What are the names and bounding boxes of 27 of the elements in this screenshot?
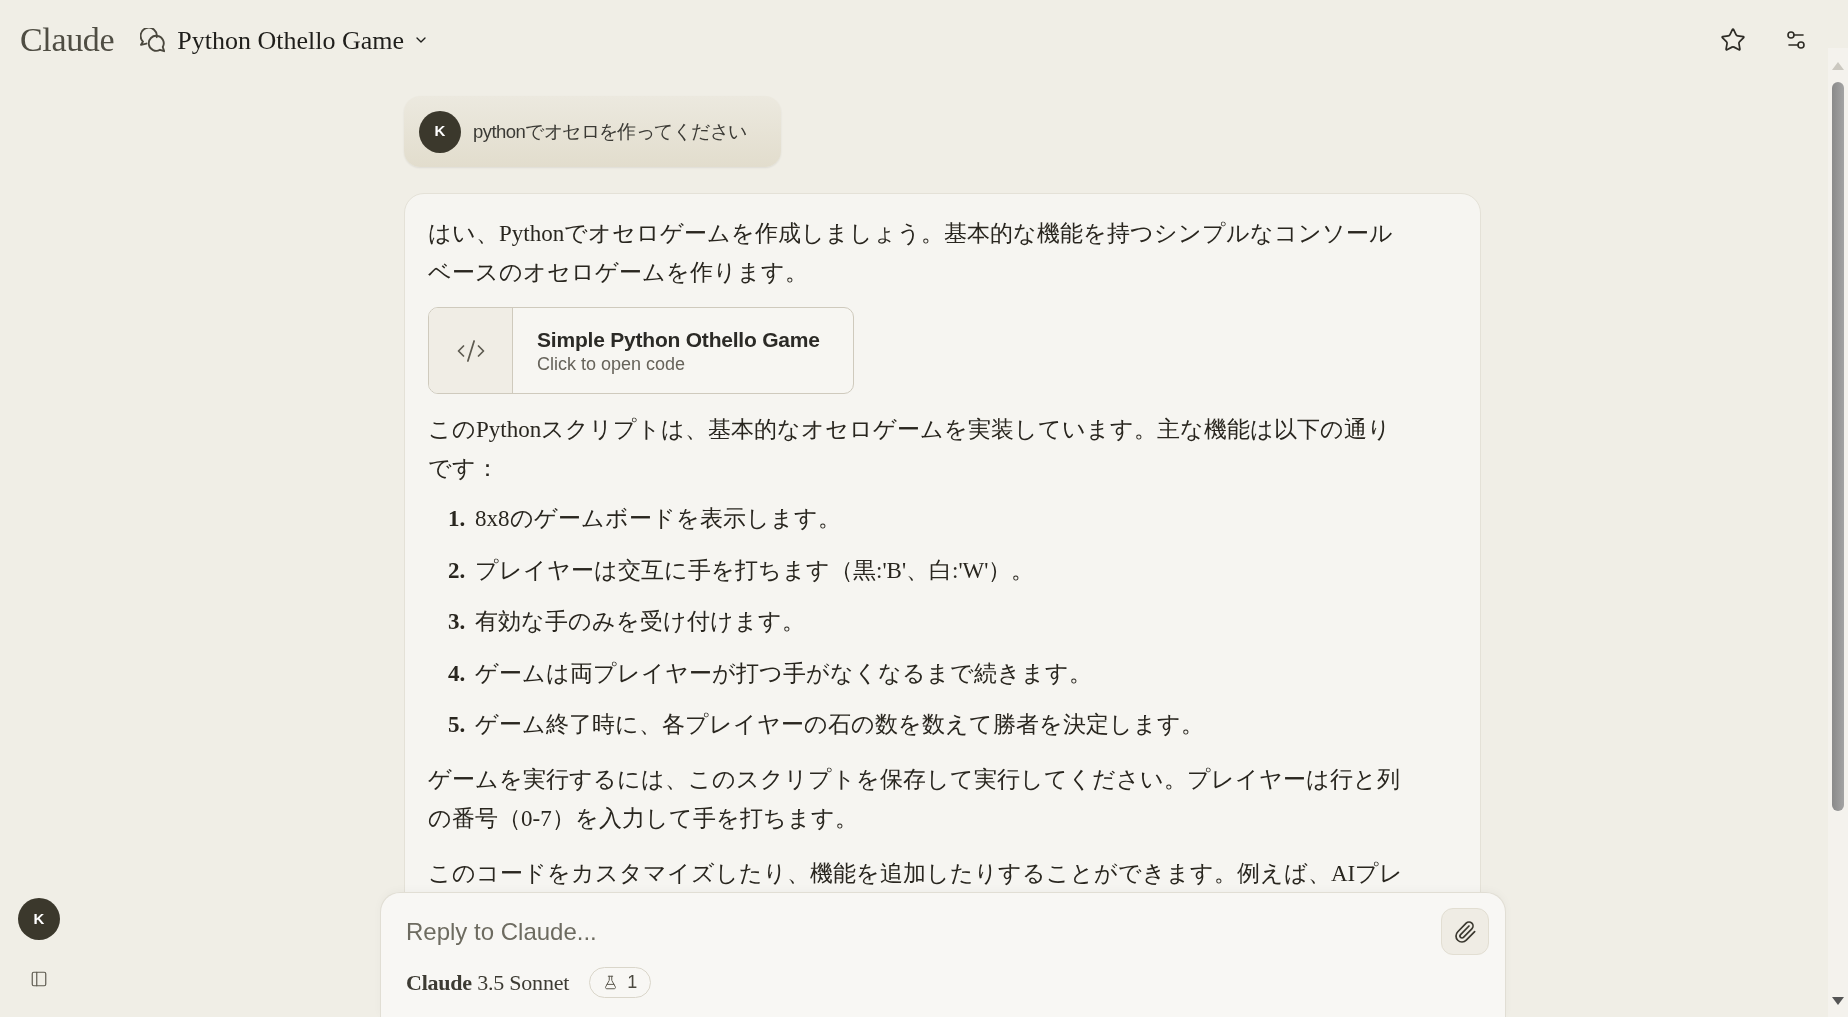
user-avatar: K	[419, 110, 461, 153]
chat-bubbles-icon	[140, 27, 166, 53]
user-message-text: pythonでオセロを作ってください	[473, 119, 747, 144]
message-paragraph: ゲームを実行するには、このスクリプトを保存して実行してください。プレイヤーは行と列の番号（0-7）を入力して手を打ちます。	[428, 766, 1401, 833]
chat-title-button[interactable]: Python Othello Game	[177, 20, 430, 60]
user-avatar[interactable]: K	[18, 898, 60, 940]
star-icon	[1720, 27, 1746, 53]
artifact-card[interactable]: Simple Python Othello Game Click to open code	[428, 307, 854, 394]
list-item: 3. 有効な手のみを受け付けます。	[447, 608, 806, 636]
list-item: 2. プレイヤーは交互に手を打ちます（黒:'B'、白:'W'）。	[447, 556, 1036, 585]
scroll-down-arrow-icon[interactable]	[1832, 997, 1844, 1005]
message-paragraph: このPythonスクリプトは、基本的なオセロゲームを実装しています。主な機能は以下の通りです：	[428, 416, 1393, 483]
reply-input[interactable]: Reply to Claude...	[406, 911, 1441, 952]
scrollbar-track[interactable]	[1828, 48, 1848, 1017]
list-item: 4. ゲームは両プレイヤーが打つ手がなくなるまで続きます。	[447, 659, 1093, 688]
model-selector[interactable]: Claude 3.5 Sonnet	[406, 966, 570, 999]
list-item: 5. ゲーム終了時に、各プレイヤーの石の数を数えて勝者を決定します。	[447, 711, 1205, 739]
flask-icon	[603, 975, 619, 990]
attach-button[interactable]	[1441, 908, 1489, 955]
scrollbar-thumb[interactable]	[1832, 82, 1844, 811]
logo-link[interactable]: Claude	[20, 20, 115, 60]
sliders-icon	[1784, 28, 1808, 52]
list-item: 1. 8x8のゲームボードを表示します。	[447, 505, 842, 533]
paperclip-icon	[1453, 919, 1477, 944]
message-paragraph: はい、Pythonでオセロゲームを作成しましょう。基本的な機能を持つシンプルなコンソールベースのオセロゲームを作ります。	[428, 220, 1395, 287]
message-paragraph: このコードをカスタマイズしたり、機能を追加したりすることができます。例えば、AIプレ	[428, 860, 1405, 888]
composer-panel[interactable]: Reply to Claude... Claude 3.5 Sonnet 1	[380, 892, 1506, 1017]
